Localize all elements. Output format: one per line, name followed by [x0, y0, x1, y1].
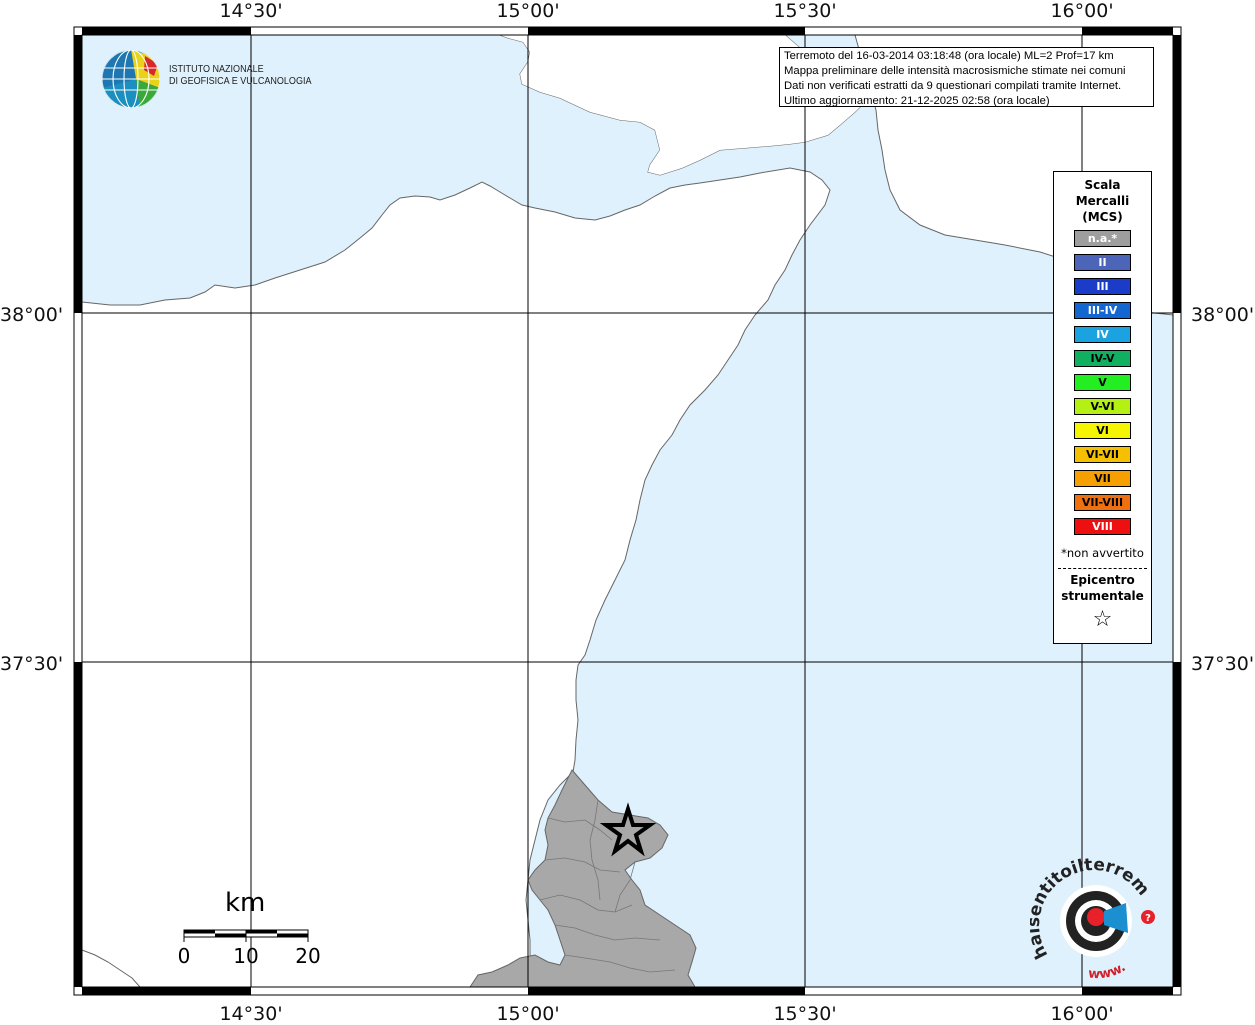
lon-label-bottom-4: 16°00'	[1050, 1003, 1114, 1025]
lon-label-bottom-3: 15°30'	[773, 1003, 837, 1025]
data-source-line: Dati non verificati estratti da 9 questi…	[784, 80, 1122, 92]
lat-label-right-1: 38°00'	[1191, 304, 1255, 326]
legend-level-0: n.a.*	[1074, 230, 1131, 247]
scale-tick-label: 0	[177, 944, 191, 968]
lon-label-bottom-2: 15°00'	[496, 1003, 560, 1025]
scale-tick-label: 20	[295, 944, 321, 968]
scale-tick-label: 10	[233, 944, 259, 968]
legend-level-10: VII	[1074, 470, 1131, 487]
epicenter-label-line: Epicentro	[1070, 573, 1135, 587]
epicenter-label-line: strumentale	[1061, 589, 1144, 603]
legend-level-3: III-IV	[1074, 302, 1131, 319]
ingv-logo: ISTITUTO NAZIONALE DI GEOFISICA E VULCAN…	[100, 48, 320, 110]
globe-icon	[102, 50, 160, 108]
mcs-legend: Scala Mercalli (MCS) n.a.* II III III-IV IV I…	[1053, 171, 1152, 644]
legend-note: *non avvertito	[1061, 546, 1144, 560]
map-description-line: Mappa preliminare delle intensità macros…	[784, 65, 1126, 77]
lon-label-top-3: 15°30'	[773, 0, 837, 22]
legend-title-line: (MCS)	[1082, 210, 1123, 224]
legend-level-9: VI-VII	[1074, 446, 1131, 463]
legend-title: Scala Mercalli (MCS)	[1054, 177, 1151, 225]
legend-level-12: VIII	[1074, 518, 1131, 535]
scale-bar-graphic	[183, 929, 309, 942]
org-name-line1: ISTITUTO NAZIONALE	[169, 63, 264, 75]
legend-level-2: III	[1074, 278, 1131, 295]
haisentito-logo: haisentitoilterremoto.it www. ?	[1030, 855, 1155, 982]
lat-label-left-2: 37°30'	[0, 653, 64, 675]
lat-label-right-2: 37°30'	[1191, 653, 1255, 675]
legend-level-7: V-VI	[1074, 398, 1131, 415]
epicenter-legend-label: Epicentro strumentale	[1054, 572, 1151, 604]
legend-divider	[1058, 568, 1147, 569]
legend-title-line: Scala	[1084, 178, 1121, 192]
lon-label-top-2: 15°00'	[496, 0, 560, 22]
org-name-line2: DI GEOFISICA E VULCANOLOGIA	[169, 75, 312, 87]
lat-label-left-1: 38°00'	[0, 304, 64, 326]
lon-label-bottom-1: 14°30'	[219, 1003, 283, 1025]
legend-title-line: Mercalli	[1075, 194, 1130, 208]
help-icon-glyph: ?	[1145, 913, 1151, 924]
event-info-box: Terremoto del 16-03-2014 03:18:48 (ora l…	[779, 47, 1154, 107]
legend-level-6: V	[1074, 374, 1131, 391]
lon-label-top-1: 14°30'	[219, 0, 283, 22]
site-logo-www: www.	[1088, 960, 1129, 982]
lon-label-top-4: 16°00'	[1050, 0, 1114, 22]
legend-level-5: IV-V	[1074, 350, 1131, 367]
scale-bar: km 0 10 20	[170, 888, 330, 978]
last-update-line: Ultimo aggiornamento: 21-12-2025 02:58 (…	[784, 95, 1050, 107]
star-icon: ☆	[1092, 607, 1113, 632]
legend-level-4: IV	[1074, 326, 1131, 343]
legend-level-1: II	[1074, 254, 1131, 271]
legend-level-11: VII-VIII	[1074, 494, 1131, 511]
legend-level-8: VI	[1074, 422, 1131, 439]
event-title-line: Terremoto del 16-03-2014 03:18:48 (ora l…	[784, 50, 1114, 62]
